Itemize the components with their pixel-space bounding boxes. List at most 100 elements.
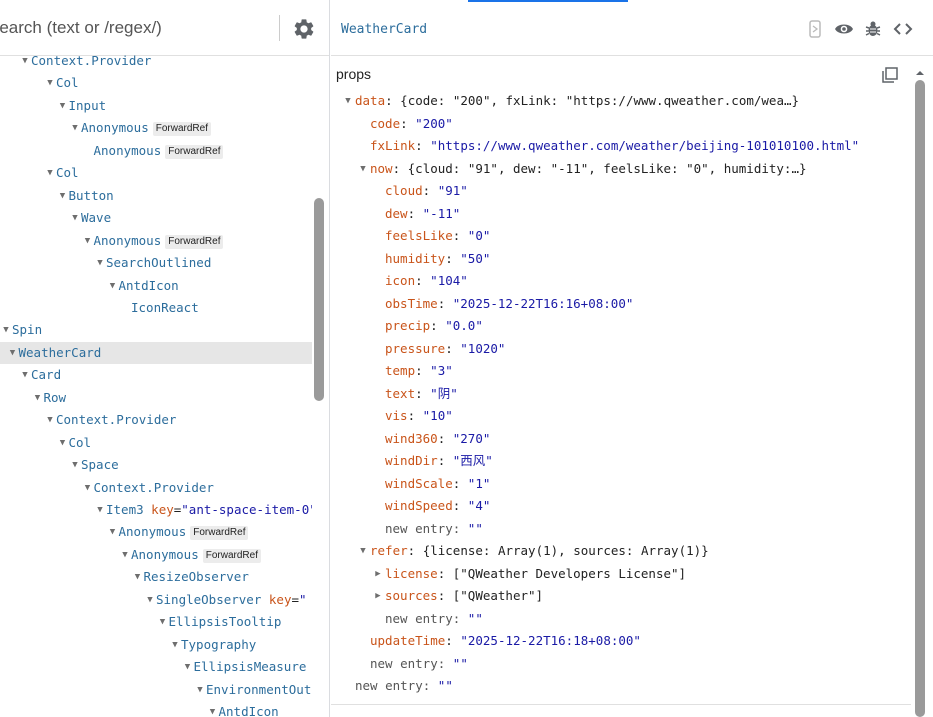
prop-value[interactable]: "10" xyxy=(423,408,453,423)
expand-toggle[interactable]: ▼ xyxy=(132,566,144,588)
expand-toggle[interactable]: ▼ xyxy=(57,95,69,117)
tree-item[interactable]: ▼ Card xyxy=(0,364,312,387)
tree-item[interactable]: ▼ EllipsisTooltip xyxy=(0,611,312,634)
prop-row[interactable]: ▼ refer: {license: Array(1), sources: Arr… xyxy=(356,540,708,563)
expand-toggle[interactable]: ▼ xyxy=(107,521,119,543)
prop-row[interactable]: ▼ data: {code: "200", fxLink: "https://ww… xyxy=(341,90,799,113)
expand-toggle[interactable]: ▼ xyxy=(94,252,106,274)
prop-value[interactable]: "西风" xyxy=(453,453,493,468)
prop-row[interactable]: wind360: "270" xyxy=(371,428,490,451)
prop-row[interactable]: new entry: "" xyxy=(341,675,453,698)
new-entry-label[interactable]: new entry: xyxy=(385,521,460,536)
expand-toggle[interactable]: ▼ xyxy=(356,540,370,562)
tree-item[interactable]: IconReact xyxy=(0,297,312,320)
prop-value[interactable]: "" xyxy=(438,678,453,693)
tree-item[interactable]: ▼ Anonymous ForwardRef xyxy=(0,544,312,567)
expand-toggle[interactable]: ▼ xyxy=(19,364,31,386)
tree-item[interactable]: ▼ Anonymous ForwardRef xyxy=(0,230,312,253)
prop-value[interactable]: "2025-12-22T16:18+08:00" xyxy=(460,633,641,648)
tree-item[interactable]: ▼EnvironmentOutlined xyxy=(0,679,312,702)
suspend-toggle-button[interactable] xyxy=(805,19,825,39)
settings-button[interactable] xyxy=(292,17,316,41)
prop-row[interactable]: new entry: "" xyxy=(356,653,468,676)
tree-item[interactable]: ▼ EllipsisMeasure xyxy=(0,656,312,679)
tree-scrollbar-thumb[interactable] xyxy=(314,198,324,401)
copy-props-button[interactable] xyxy=(881,66,899,84)
expand-toggle[interactable]: ▼ xyxy=(69,117,81,139)
prop-row[interactable]: icon: "104" xyxy=(371,270,468,293)
prop-row[interactable]: pressure: "1020" xyxy=(371,338,505,361)
prop-row[interactable]: ▼ now: {cloud: "91", dew: "-11", feelsLik… xyxy=(356,158,806,181)
tree-item[interactable]: ▼ Spin xyxy=(0,319,312,342)
expand-toggle[interactable]: ▼ xyxy=(341,90,355,112)
tree-item[interactable]: ▼ Anonymous ForwardRef xyxy=(0,117,312,140)
prop-row[interactable]: windSpeed: "4" xyxy=(371,495,490,518)
tree-item[interactable]: ▼ Context.Provider xyxy=(0,477,312,500)
prop-row[interactable]: windDir: "西风" xyxy=(371,450,493,473)
prop-value[interactable]: "3" xyxy=(430,363,453,378)
log-to-console-button[interactable] xyxy=(863,19,883,39)
tree-item[interactable]: ▼ Context.Provider xyxy=(0,50,312,73)
expand-toggle[interactable]: ▼ xyxy=(57,185,69,207)
prop-value[interactable]: "" xyxy=(468,521,483,536)
tree-item[interactable]: ▼ Typography xyxy=(0,634,312,657)
expand-toggle[interactable]: ▼ xyxy=(57,432,69,454)
tree-item[interactable]: ▼ Col xyxy=(0,72,312,95)
expand-toggle[interactable]: ▶ xyxy=(371,585,385,607)
expand-toggle[interactable]: ▶ xyxy=(371,563,385,585)
view-source-button[interactable] xyxy=(893,19,913,39)
prop-row[interactable]: vis: "10" xyxy=(371,405,453,428)
new-entry-label[interactable]: new entry: xyxy=(355,678,430,693)
prop-value[interactable]: "https://www.qweather.com/weather/beijin… xyxy=(430,138,859,153)
prop-value[interactable]: "" xyxy=(468,611,483,626)
prop-value[interactable]: "200" xyxy=(415,116,453,131)
tree-item[interactable]: ▼ ResizeObserver xyxy=(0,566,312,589)
prop-row[interactable]: humidity: "50" xyxy=(371,248,490,271)
prop-row[interactable]: obsTime: "2025-12-22T16:16+08:00" xyxy=(371,293,633,316)
inspect-dom-button[interactable] xyxy=(834,19,854,39)
tree-item[interactable]: ▼ Col xyxy=(0,432,312,455)
prop-row[interactable]: windScale: "1" xyxy=(371,473,490,496)
expand-toggle[interactable]: ▼ xyxy=(144,589,156,611)
prop-value[interactable]: "91" xyxy=(438,183,468,198)
prop-row[interactable]: new entry: "" xyxy=(371,608,483,631)
prop-row[interactable]: precip: "0.0" xyxy=(371,315,483,338)
prop-row[interactable]: new entry: "" xyxy=(371,518,483,541)
expand-toggle[interactable]: ▼ xyxy=(94,499,106,521)
prop-row[interactable]: ▶ sources: ["QWeather"] xyxy=(371,585,543,608)
expand-toggle[interactable]: ▼ xyxy=(69,454,81,476)
expand-toggle[interactable]: ▼ xyxy=(82,477,94,499)
prop-row[interactable]: cloud: "91" xyxy=(371,180,468,203)
props-scrollbar-thumb[interactable] xyxy=(915,80,925,717)
expand-toggle[interactable]: ▼ xyxy=(169,634,181,656)
expand-toggle[interactable]: ▼ xyxy=(7,342,19,364)
tree-item[interactable]: ▼ Anonymous ForwardRef xyxy=(0,521,312,544)
expand-toggle[interactable]: ▼ xyxy=(19,50,31,72)
expand-toggle[interactable]: ▼ xyxy=(194,679,206,701)
prop-value[interactable]: "-11" xyxy=(423,206,461,221)
prop-value[interactable]: "0" xyxy=(468,228,491,243)
tree-item[interactable]: ▼ Item3 key="ant-space-item-0" xyxy=(0,499,312,522)
tree-item[interactable]: ▼ WeatherCard xyxy=(0,341,312,365)
tree-item[interactable]: ▼ Context.Provider xyxy=(0,409,312,432)
prop-row[interactable]: feelsLike: "0" xyxy=(371,225,490,248)
tree-item[interactable]: ▼ Input xyxy=(0,95,312,118)
expand-toggle[interactable]: ▼ xyxy=(69,207,81,229)
expand-toggle[interactable]: ▼ xyxy=(44,162,56,184)
prop-value[interactable]: "50" xyxy=(460,251,490,266)
expand-toggle[interactable]: ▼ xyxy=(82,230,94,252)
tree-item[interactable]: ▼ AntdIcon xyxy=(0,275,312,298)
tree-item[interactable]: ▼ Space xyxy=(0,454,312,477)
expand-toggle[interactable]: ▼ xyxy=(207,701,219,717)
prop-row[interactable]: dew: "-11" xyxy=(371,203,460,226)
prop-value[interactable]: "" xyxy=(453,656,468,671)
prop-value[interactable]: "270" xyxy=(453,431,491,446)
prop-row[interactable]: ▶ license: ["QWeather Developers License"… xyxy=(371,563,686,586)
expand-toggle[interactable]: ▼ xyxy=(44,72,56,94)
prop-value[interactable]: "1" xyxy=(468,476,491,491)
expand-toggle[interactable]: ▼ xyxy=(356,158,370,180)
expand-toggle[interactable]: ▼ xyxy=(0,319,12,341)
expand-toggle[interactable]: ▼ xyxy=(119,544,131,566)
prop-value[interactable]: "4" xyxy=(468,498,491,513)
scroll-up-arrow[interactable] xyxy=(915,66,925,76)
